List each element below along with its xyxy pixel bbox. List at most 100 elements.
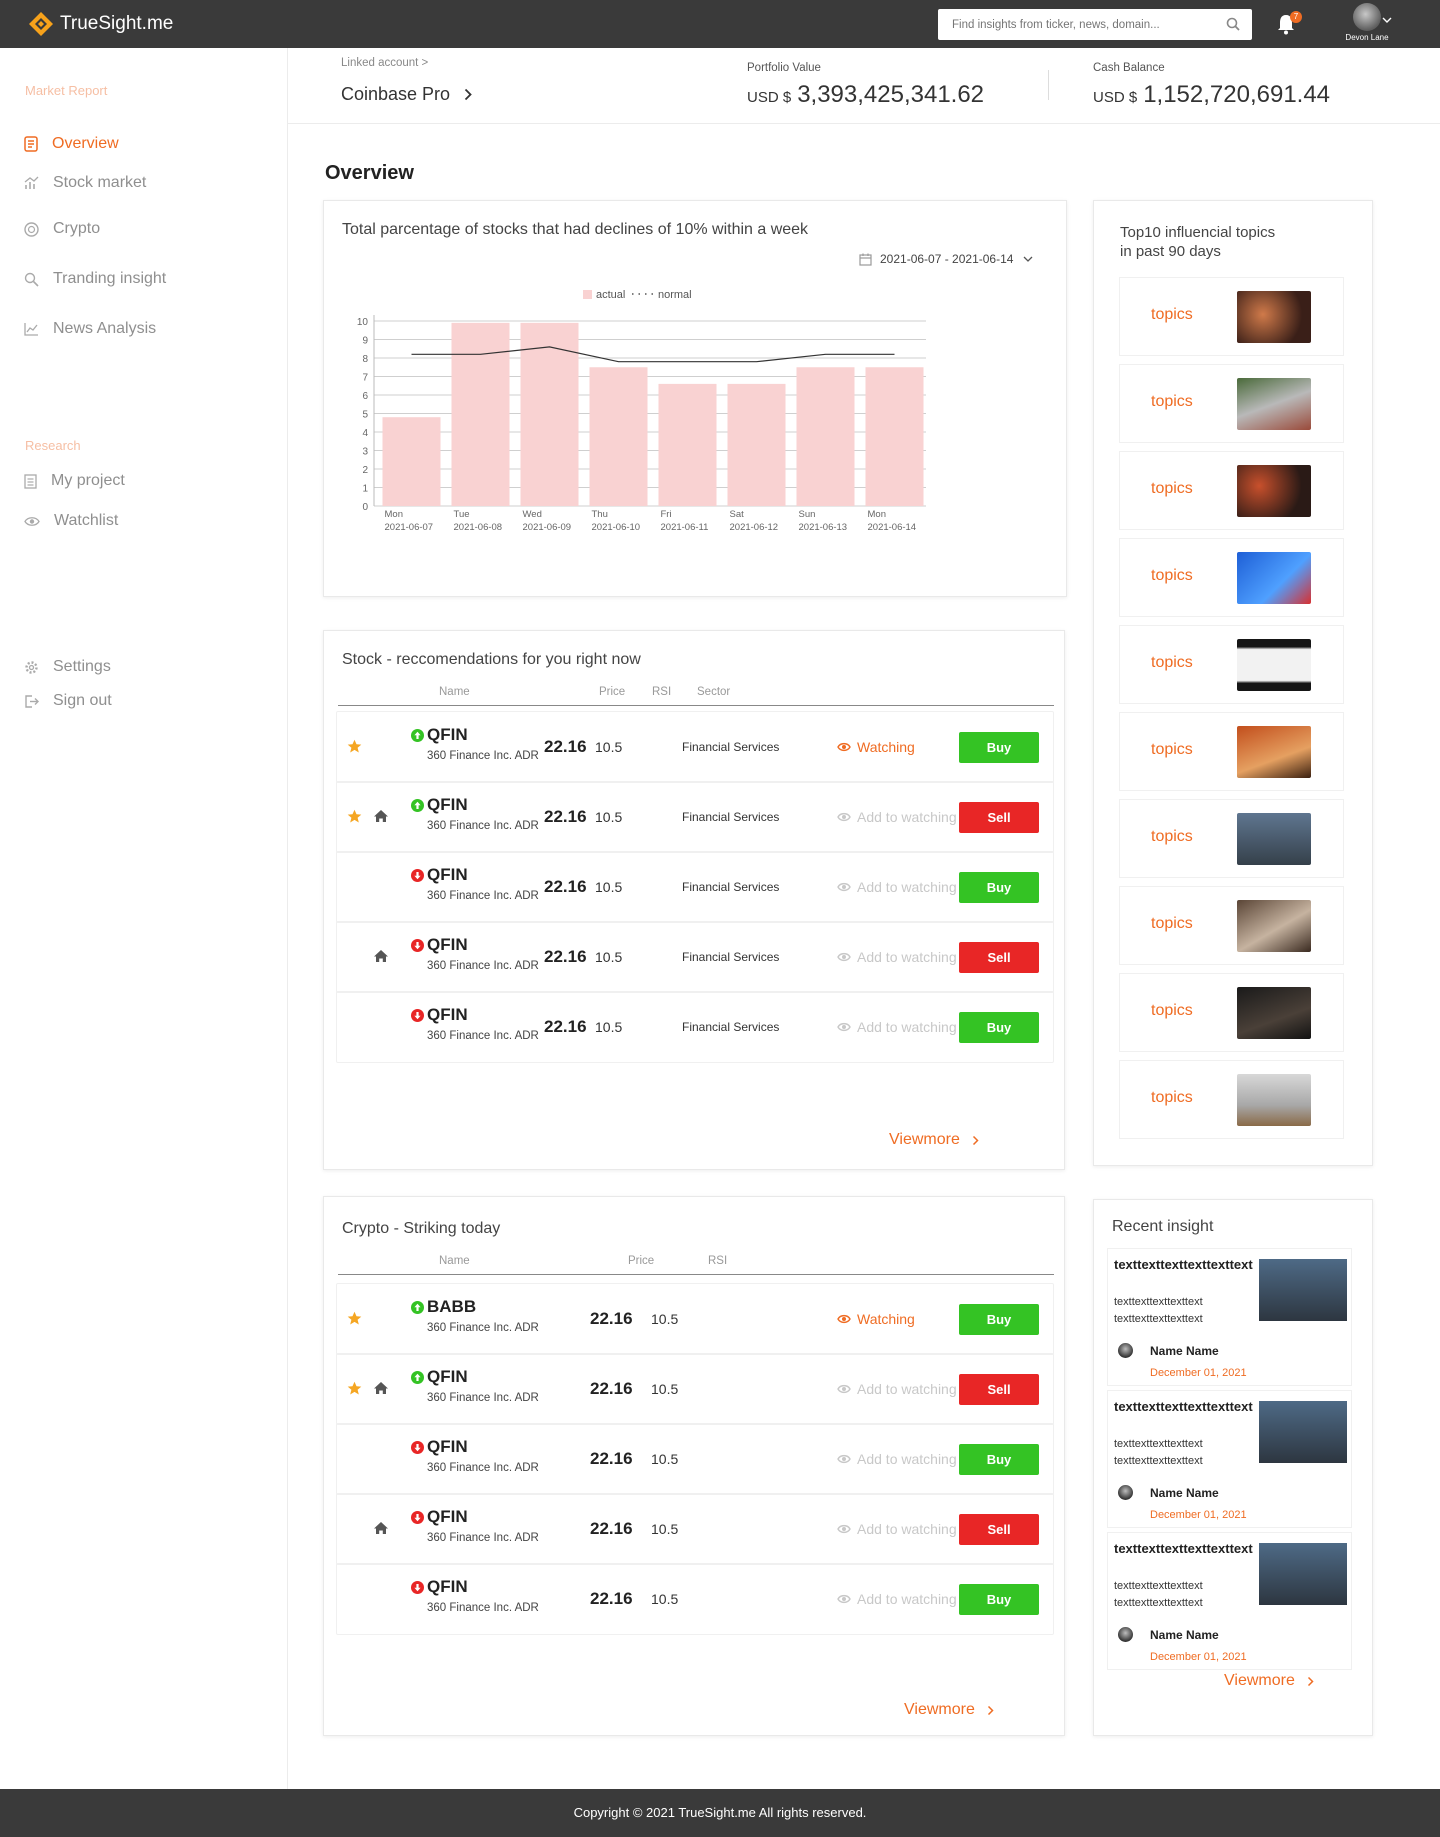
watch-toggle[interactable]: Add to watching	[837, 1381, 957, 1397]
topic-item[interactable]: topics	[1119, 799, 1344, 878]
sidebar-item-settings[interactable]: Settings	[24, 658, 111, 676]
table-row[interactable]: QFIN 360 Finance Inc. ADR 22.16 10.5 Add to …	[336, 1493, 1054, 1565]
table-row[interactable]: QFIN 360 Finance Inc. ADR 22.16 10.5 Financi…	[336, 851, 1054, 923]
table-row[interactable]: QFIN 360 Finance Inc. ADR 22.16 10.5 Add to …	[336, 1423, 1054, 1495]
insight-item[interactable]: texttexttexttexttexttext texttexttexttext…	[1107, 1390, 1352, 1528]
buy-button[interactable]: Buy	[959, 1584, 1039, 1615]
favorite-star[interactable]	[347, 1381, 362, 1401]
topic-thumbnail[interactable]	[1237, 378, 1311, 430]
search-input[interactable]	[938, 9, 1208, 40]
sidebar-item-news-analysis[interactable]: News Analysis	[24, 320, 156, 338]
sidebar-item-watchlist[interactable]: Watchlist	[24, 512, 118, 530]
sell-button[interactable]: Sell	[959, 1514, 1039, 1545]
topic-thumbnail[interactable]	[1237, 465, 1311, 517]
buy-button[interactable]: Buy	[959, 872, 1039, 903]
topic-item[interactable]: topics	[1119, 451, 1344, 530]
topic-label[interactable]: topics	[1151, 1002, 1193, 1020]
table-row[interactable]: QFIN 360 Finance Inc. ADR 22.16 10.5 Add to …	[336, 1563, 1054, 1635]
sell-button[interactable]: Sell	[959, 942, 1039, 973]
avatar[interactable]	[1353, 3, 1381, 31]
topic-thumbnail[interactable]	[1237, 813, 1311, 865]
sell-button[interactable]: Sell	[959, 1374, 1039, 1405]
topic-thumbnail[interactable]	[1237, 291, 1311, 343]
topic-label[interactable]: topics	[1151, 567, 1193, 585]
buy-button[interactable]: Buy	[959, 1304, 1039, 1335]
topic-label[interactable]: topics	[1151, 828, 1193, 846]
ticker-symbol[interactable]: QFIN	[427, 725, 468, 745]
topic-label[interactable]: topics	[1151, 393, 1193, 411]
topic-thumbnail[interactable]	[1237, 1074, 1311, 1126]
linked-account-label[interactable]: Linked account >	[341, 57, 428, 69]
buy-button[interactable]: Buy	[959, 732, 1039, 763]
watch-toggle[interactable]: Add to watching	[837, 1521, 957, 1537]
topic-thumbnail[interactable]	[1237, 639, 1311, 691]
ticker-symbol[interactable]: QFIN	[427, 1367, 468, 1387]
sell-button[interactable]: Sell	[959, 802, 1039, 833]
insight-item[interactable]: texttexttexttexttexttext texttexttexttext…	[1107, 1248, 1352, 1386]
star-icon[interactable]	[347, 1381, 362, 1396]
topic-item[interactable]: topics	[1119, 364, 1344, 443]
table-row[interactable]: QFIN 360 Finance Inc. ADR 22.16 10.5 Financi…	[336, 991, 1054, 1063]
topic-thumbnail[interactable]	[1237, 987, 1311, 1039]
sidebar-item-stock-market[interactable]: Stock market	[24, 174, 146, 192]
insight-thumbnail[interactable]	[1259, 1401, 1347, 1463]
topic-item[interactable]: topics	[1119, 538, 1344, 617]
insight-viewmore-link[interactable]: Viewmore	[1224, 1672, 1314, 1690]
search-box[interactable]	[938, 9, 1252, 40]
topic-item[interactable]: topics	[1119, 712, 1344, 791]
search-icon[interactable]	[1226, 17, 1240, 31]
sidebar-item-tranding-insight[interactable]: Tranding insight	[24, 270, 166, 288]
topic-thumbnail[interactable]	[1237, 726, 1311, 778]
topic-label[interactable]: topics	[1151, 1089, 1193, 1107]
sidebar-item-overview[interactable]: Overview	[24, 135, 119, 153]
table-row[interactable]: QFIN 360 Finance Inc. ADR 22.16 10.5 Financi…	[336, 781, 1054, 853]
watch-toggle[interactable]: Add to watching	[837, 1019, 957, 1035]
sidebar-item-sign-out[interactable]: Sign out	[24, 692, 112, 710]
topic-label[interactable]: topics	[1151, 306, 1193, 324]
table-row[interactable]: QFIN 360 Finance Inc. ADR 22.16 10.5 Add to …	[336, 1353, 1054, 1425]
table-row[interactable]: QFIN 360 Finance Inc. ADR 22.16 10.5 Financi…	[336, 711, 1054, 783]
topic-thumbnail[interactable]	[1237, 552, 1311, 604]
watch-toggle[interactable]: Add to watching	[837, 1451, 957, 1467]
topic-label[interactable]: topics	[1151, 480, 1193, 498]
insight-title[interactable]: texttexttexttexttexttext	[1114, 1257, 1264, 1273]
insight-thumbnail[interactable]	[1259, 1259, 1347, 1321]
ticker-symbol[interactable]: QFIN	[427, 1437, 468, 1457]
watch-toggle[interactable]: Add to watching	[837, 879, 957, 895]
crypto-viewmore-link[interactable]: Viewmore	[904, 1701, 994, 1719]
ticker-symbol[interactable]: QFIN	[427, 865, 468, 885]
favorite-star[interactable]	[347, 739, 362, 759]
table-row[interactable]: BABB 360 Finance Inc. ADR 22.16 10.5 Watchin…	[336, 1283, 1054, 1355]
ticker-symbol[interactable]: QFIN	[427, 795, 468, 815]
star-icon[interactable]	[347, 809, 362, 824]
insight-title[interactable]: texttexttexttexttexttext	[1114, 1399, 1264, 1415]
insight-title[interactable]: texttexttexttexttexttext	[1114, 1541, 1264, 1557]
topic-item[interactable]: topics	[1119, 886, 1344, 965]
sidebar-item-crypto[interactable]: Crypto	[24, 220, 100, 238]
topic-item[interactable]: topics	[1119, 1060, 1344, 1139]
linked-account-selector[interactable]: Coinbase Pro	[341, 84, 472, 105]
watch-toggle[interactable]: Add to watching	[837, 809, 957, 825]
topic-item[interactable]: topics	[1119, 973, 1344, 1052]
star-icon[interactable]	[347, 1311, 362, 1326]
app-logo[interactable]: TrueSight.me	[28, 11, 173, 37]
stock-viewmore-link[interactable]: Viewmore	[889, 1131, 979, 1149]
ticker-symbol[interactable]: QFIN	[427, 935, 468, 955]
watch-toggle[interactable]: Watching	[837, 1311, 915, 1327]
topic-label[interactable]: topics	[1151, 915, 1193, 933]
table-row[interactable]: QFIN 360 Finance Inc. ADR 22.16 10.5 Financi…	[336, 921, 1054, 993]
favorite-star[interactable]	[347, 809, 362, 829]
watch-toggle[interactable]: Add to watching	[837, 1591, 957, 1607]
watch-toggle[interactable]: Add to watching	[837, 949, 957, 965]
buy-button[interactable]: Buy	[959, 1012, 1039, 1043]
chevron-down-icon[interactable]	[1382, 17, 1392, 24]
date-range-picker[interactable]: 2021-06-07 - 2021-06-14	[859, 252, 1033, 266]
notification-bell[interactable]: 7	[1276, 11, 1302, 40]
topic-item[interactable]: topics	[1119, 625, 1344, 704]
ticker-symbol[interactable]: BABB	[427, 1297, 476, 1317]
ticker-symbol[interactable]: QFIN	[427, 1005, 468, 1025]
ticker-symbol[interactable]: QFIN	[427, 1577, 468, 1597]
insight-item[interactable]: texttexttexttexttexttext texttexttexttext…	[1107, 1532, 1352, 1670]
favorite-star[interactable]	[347, 1311, 362, 1331]
topic-thumbnail[interactable]	[1237, 900, 1311, 952]
